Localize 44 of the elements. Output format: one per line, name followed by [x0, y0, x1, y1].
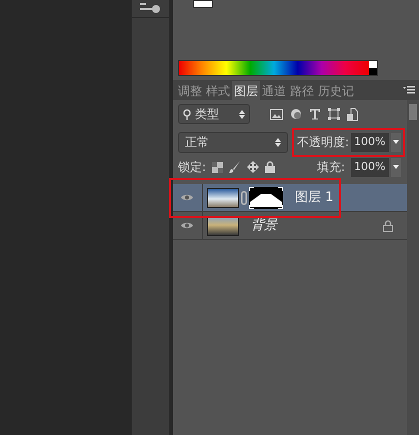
caret-icon: [392, 140, 399, 144]
color-swatch[interactable]: [192, 0, 213, 8]
text-filter-icon[interactable]: [308, 108, 321, 120]
eye-icon[interactable]: [180, 193, 194, 202]
color-spectrum[interactable]: [178, 60, 378, 76]
caret-icon: [392, 165, 399, 169]
panel-tab[interactable]: 调整: [176, 81, 204, 100]
link-icon[interactable]: [240, 190, 247, 204]
panel-tab[interactable]: 历史记: [316, 81, 356, 100]
layer-name: 背景: [250, 216, 277, 235]
panel-tab[interactable]: 样式: [204, 81, 232, 100]
panel-menu-icon[interactable]: [402, 86, 415, 94]
sky-thumbnail: [206, 188, 239, 208]
move-lock-icon[interactable]: [246, 161, 259, 173]
panel-tab[interactable]: 图层: [232, 81, 260, 100]
panel-tab[interactable]: 通道: [260, 81, 288, 100]
opacity-dropdown-button[interactable]: [390, 132, 401, 152]
circle-filter-icon[interactable]: [290, 108, 302, 120]
shape-filter-icon[interactable]: [328, 108, 340, 120]
eye-icon[interactable]: [180, 221, 194, 230]
lock-icon: [382, 220, 393, 232]
panel-tab[interactable]: 路径: [288, 81, 316, 100]
filter-dropdown[interactable]: 类型: [178, 104, 250, 124]
lock-label: 锁定:: [178, 159, 206, 176]
fill-field[interactable]: 100%: [350, 158, 389, 176]
opacity-label: 不透明度:: [296, 134, 349, 151]
blend-mode-dropdown[interactable]: 正常: [178, 132, 288, 152]
checker-lock-icon[interactable]: [212, 162, 223, 172]
road-thumbnail: [206, 216, 239, 236]
mask-thumbnail: [248, 186, 283, 208]
image-filter-icon[interactable]: [270, 108, 283, 120]
layer-row[interactable]: 背景: [172, 212, 407, 240]
fill-dropdown-button[interactable]: [390, 158, 401, 176]
layer-row[interactable]: 图层 1: [172, 184, 407, 212]
updown-caret-icon: [238, 110, 245, 118]
fill-label: 填充:: [316, 159, 345, 176]
slider-tool-icon[interactable]: [140, 2, 162, 14]
opacity-field[interactable]: 100%: [350, 132, 389, 152]
brush-lock-icon[interactable]: [228, 161, 241, 173]
document-filter-icon[interactable]: [346, 108, 358, 120]
layer-name: 图层 1: [294, 188, 334, 207]
lock-icon[interactable]: [264, 161, 275, 173]
updown-caret-icon: [274, 138, 281, 146]
search-icon: [182, 108, 191, 120]
